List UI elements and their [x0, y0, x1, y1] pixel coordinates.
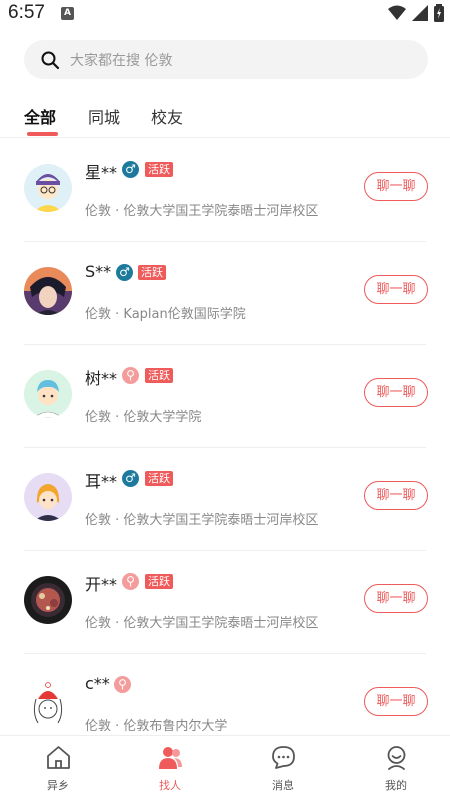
avatar[interactable] — [24, 267, 72, 315]
nav-item-messages[interactable]: 消息 — [227, 736, 339, 796]
active-badge: 活跃 — [145, 471, 173, 486]
list-item[interactable]: c** ⚲ 伦敦 · 伦敦布鲁内尔大学 聊一聊 — [0, 654, 450, 735]
profile-icon — [387, 746, 406, 770]
user-location: 伦敦 · 伦敦大学国王学院泰晤士河岸校区 — [85, 513, 319, 528]
tab-all[interactable]: 全部 — [24, 104, 56, 128]
avatar-image — [24, 473, 72, 521]
avatar[interactable] — [24, 473, 72, 521]
avatar-image — [24, 267, 72, 315]
user-location: 伦敦 · 伦敦大学学院 — [85, 410, 202, 425]
avatar-image — [24, 679, 72, 727]
user-name: 耳** — [85, 472, 118, 491]
nav-label: 找人 — [159, 779, 181, 792]
avatar[interactable] — [24, 370, 72, 418]
gender-unknown-icon: ⚲ — [122, 573, 139, 590]
nav-label: 消息 — [272, 779, 294, 792]
chat-button[interactable]: 聊一聊 — [364, 584, 428, 613]
user-name: c** — [85, 674, 110, 693]
search-icon — [41, 51, 60, 70]
user-name: 树** — [85, 369, 118, 388]
active-badge: 活跃 — [138, 265, 166, 280]
filter-tabs: 全部 同城 校友 — [0, 98, 450, 138]
active-badge: 活跃 — [145, 368, 173, 383]
signal-icon — [412, 5, 428, 21]
gender-unknown-icon: ⚲ — [122, 367, 139, 384]
people-icon — [159, 747, 182, 769]
search-bar[interactable]: 大家都在搜 伦敦 — [24, 40, 428, 79]
avatar-image — [24, 370, 72, 418]
user-name: S** — [85, 262, 112, 281]
chat-button[interactable]: 聊一聊 — [364, 481, 428, 510]
notification-a-icon: A — [61, 7, 74, 20]
avatar[interactable] — [24, 679, 72, 727]
chat-bubble-icon — [272, 746, 295, 769]
list-item[interactable]: 开** ⚲ 活跃 伦敦 · 伦敦大学国王学院泰晤士河岸校区 聊一聊 — [0, 551, 450, 654]
user-name: 星** — [85, 163, 118, 182]
user-name: 开** — [85, 575, 118, 594]
tab-same-city[interactable]: 同城 — [88, 104, 120, 128]
male-icon: ♂ — [122, 161, 139, 178]
nav-item-home[interactable]: 异乡 — [2, 736, 114, 796]
battery-icon — [434, 4, 444, 22]
chat-button[interactable]: 聊一聊 — [364, 172, 428, 201]
avatar-image — [24, 576, 72, 624]
avatar-image — [24, 164, 72, 212]
gender-unknown-icon: ⚲ — [114, 676, 131, 693]
nav-item-find-people[interactable]: 找人 — [114, 736, 226, 796]
list-item[interactable]: 耳** ♂ 活跃 伦敦 · 伦敦大学国王学院泰晤士河岸校区 聊一聊 — [0, 448, 450, 551]
avatar[interactable] — [24, 164, 72, 212]
status-icons — [388, 4, 444, 22]
status-time: 6:57 — [8, 2, 45, 23]
chat-button[interactable]: 聊一聊 — [364, 378, 428, 407]
people-list: 星** ♂ 活跃 伦敦 · 伦敦大学国王学院泰晤士河岸校区 聊一聊 S** ♂ … — [0, 139, 450, 735]
status-bar: 6:57 A — [0, 0, 450, 28]
male-icon: ♂ — [122, 470, 139, 487]
male-icon: ♂ — [116, 264, 133, 281]
chat-button[interactable]: 聊一聊 — [364, 687, 428, 716]
active-badge: 活跃 — [145, 162, 173, 177]
user-location: 伦敦 · 伦敦布鲁内尔大学 — [85, 719, 228, 734]
nav-label: 异乡 — [47, 779, 69, 792]
list-item[interactable]: S** ♂ 活跃 伦敦 · Kaplan伦敦国际学院 聊一聊 — [0, 242, 450, 345]
wifi-icon — [388, 5, 406, 20]
nav-label: 我的 — [385, 779, 407, 792]
avatar[interactable] — [24, 576, 72, 624]
tab-alumni[interactable]: 校友 — [151, 104, 183, 128]
list-item[interactable]: 星** ♂ 活跃 伦敦 · 伦敦大学国王学院泰晤士河岸校区 聊一聊 — [0, 139, 450, 242]
user-location: 伦敦 · 伦敦大学国王学院泰晤士河岸校区 — [85, 616, 319, 631]
user-location: 伦敦 · 伦敦大学国王学院泰晤士河岸校区 — [85, 204, 319, 219]
bottom-nav: 异乡 找人 消息 我的 — [0, 735, 450, 796]
home-icon — [47, 746, 70, 769]
search-placeholder: 大家都在搜 伦敦 — [70, 53, 173, 69]
list-item[interactable]: 树** ⚲ 活跃 伦敦 · 伦敦大学学院 聊一聊 — [0, 345, 450, 448]
active-badge: 活跃 — [145, 574, 173, 589]
nav-item-profile[interactable]: 我的 — [340, 736, 450, 796]
chat-button[interactable]: 聊一聊 — [364, 275, 428, 304]
tab-active-indicator — [27, 132, 58, 136]
user-location: 伦敦 · Kaplan伦敦国际学院 — [85, 307, 246, 322]
